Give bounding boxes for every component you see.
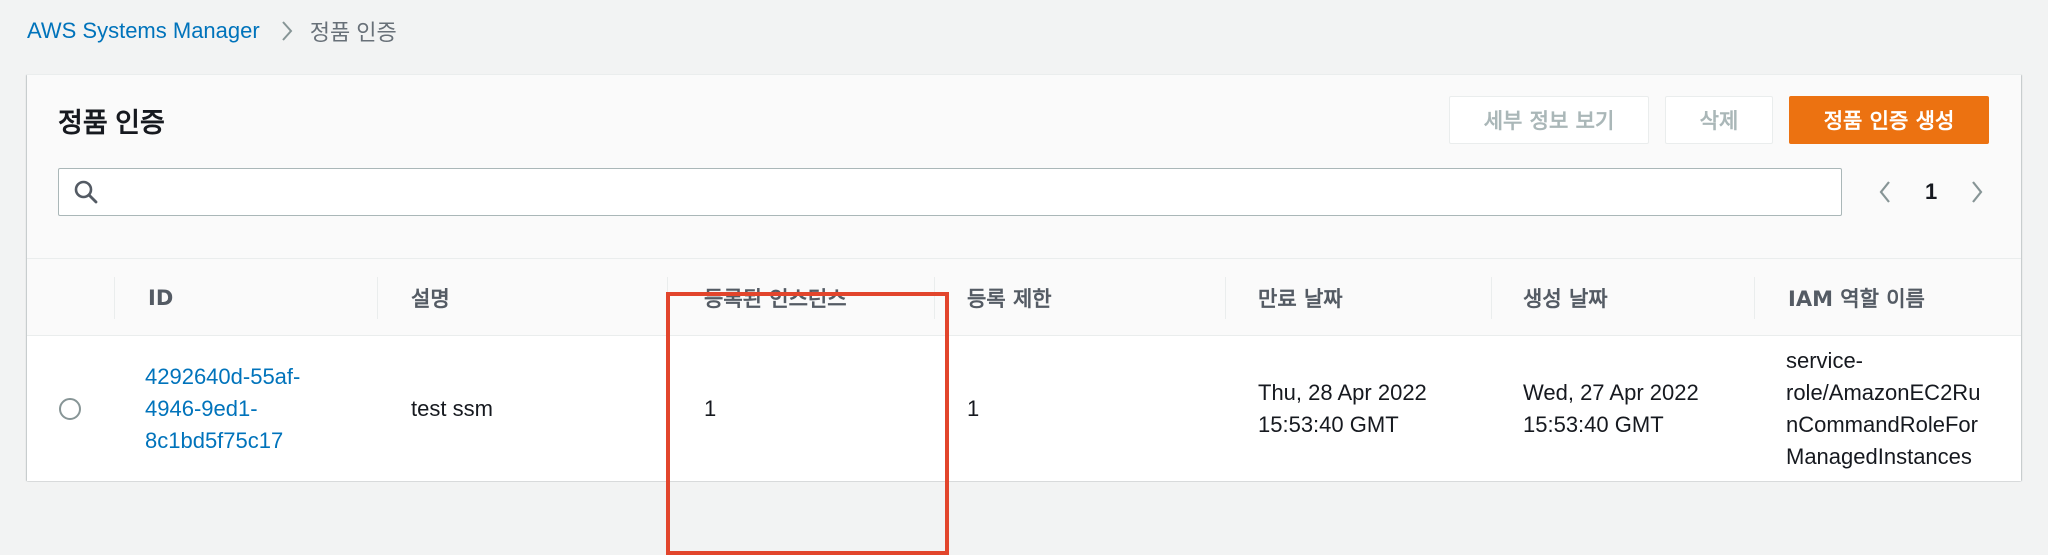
breadcrumb-root-link[interactable]: AWS Systems Manager <box>27 18 260 44</box>
search-input[interactable] <box>111 169 1841 215</box>
row-select-radio[interactable] <box>59 398 81 420</box>
breadcrumb: AWS Systems Manager 정품 인증 <box>27 14 397 48</box>
column-divider <box>377 277 378 319</box>
column-divider <box>114 277 115 319</box>
chevron-right-icon <box>280 20 294 42</box>
highlight-annotation-box <box>666 292 949 555</box>
table-row[interactable]: 4292640d-55af- 4946-9ed1- 8c1bd5f75c17 t… <box>27 336 2021 481</box>
expiration-date-cell: Thu, 28 Apr 2022 15:53:40 GMT <box>1258 379 1427 437</box>
current-page-number[interactable]: 1 <box>1925 179 1937 205</box>
create-activation-button[interactable]: 정품 인증 생성 <box>1789 96 1989 144</box>
view-details-button[interactable]: 세부 정보 보기 <box>1449 96 1649 144</box>
chevron-right-icon[interactable] <box>1965 180 1989 204</box>
description-cell: test ssm <box>411 395 493 421</box>
creation-date-cell: Wed, 27 Apr 2022 15:53:40 GMT <box>1523 379 1699 437</box>
activation-id-link[interactable]: 4292640d-55af- 4946-9ed1- 8c1bd5f75c17 <box>145 361 300 457</box>
column-header-creation-date[interactable]: 생성 날짜 <box>1523 259 1608 337</box>
column-header-registration-limit[interactable]: 등록 제한 <box>967 259 1052 337</box>
column-header-id[interactable]: ID <box>148 259 173 337</box>
pagination: 1 <box>1873 168 1989 216</box>
table-header: ID 설명 등록된 인스턴스 등록 제한 만료 날짜 생성 날짜 IAM 역할 … <box>27 258 2021 336</box>
breadcrumb-current: 정품 인증 <box>309 20 397 45</box>
search-icon <box>73 179 99 205</box>
column-header-expiration-date[interactable]: 만료 날짜 <box>1258 259 1343 337</box>
activations-panel: 정품 인증 세부 정보 보기 삭제 정품 인증 생성 1 ID 설명 등록된 인… <box>27 74 2021 555</box>
page-title: 정품 인증 <box>58 108 165 138</box>
column-divider <box>1754 277 1755 319</box>
column-divider <box>1491 277 1492 319</box>
column-divider <box>1225 277 1226 319</box>
activation-id-cell: 4292640d-55af- 4946-9ed1- 8c1bd5f75c17 <box>145 336 375 481</box>
delete-button[interactable]: 삭제 <box>1665 96 1773 144</box>
registration-limit-cell: 1 <box>967 395 980 421</box>
search-field[interactable] <box>58 168 1842 216</box>
column-header-description[interactable]: 설명 <box>411 259 450 337</box>
iam-role-cell: service- role/AmazonEC2Ru nCommandRoleFo… <box>1786 347 1981 469</box>
column-header-iam-role-name[interactable]: IAM 역할 이름 <box>1788 259 1925 337</box>
chevron-left-icon[interactable] <box>1873 180 1897 204</box>
